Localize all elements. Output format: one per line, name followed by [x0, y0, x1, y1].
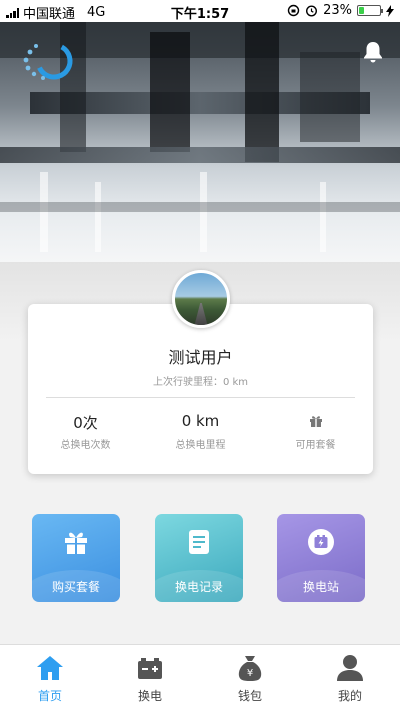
- tab-home[interactable]: 首页: [0, 645, 100, 710]
- stat-value: 0 km: [181, 412, 220, 430]
- orientation-lock-icon: [287, 4, 300, 17]
- charging-icon: [386, 4, 394, 17]
- username: 测试用户: [168, 348, 233, 367]
- tab-swap[interactable]: 换电: [100, 645, 200, 710]
- swap-station-button[interactable]: 换电站: [277, 514, 365, 602]
- stat-total-swaps[interactable]: 0次 总换电次数: [28, 412, 143, 451]
- tab-label: 换电: [137, 689, 162, 703]
- tile-label: 购买套餐: [51, 580, 100, 594]
- hero-banner: [0, 22, 400, 262]
- stat-total-mileage[interactable]: 0 km 总换电里程: [143, 412, 258, 451]
- ring-logo-icon[interactable]: [14, 38, 94, 84]
- stat-label: 总换电次数: [60, 440, 111, 451]
- battery-fill: [359, 7, 364, 14]
- status-right: 23%: [287, 3, 394, 18]
- stat-label: 可用套餐: [295, 440, 336, 451]
- document-icon: [189, 530, 209, 554]
- tab-label: 钱包: [237, 689, 262, 703]
- stat-available-packages[interactable]: 可用套餐: [258, 412, 373, 451]
- tab-me[interactable]: 我的: [300, 645, 400, 710]
- alarm-icon: [306, 5, 318, 17]
- user-icon: [337, 655, 363, 681]
- tab-label: 我的: [337, 689, 362, 703]
- swap-records-button[interactable]: 换电记录: [155, 514, 243, 602]
- tab-bar: 首页 换电 ¥ 钱包 我的: [0, 644, 400, 710]
- tile-label: 换电记录: [174, 580, 223, 594]
- tab-label: 首页: [37, 689, 62, 703]
- profile-card: 测试用户 上次行驶里程：0 km 0次 总换电次数 0 km 总换电里程 可用套…: [28, 304, 373, 474]
- home-icon: [37, 656, 63, 680]
- tile-label: 换电站: [302, 580, 339, 594]
- buy-package-button[interactable]: 购买套餐: [32, 514, 120, 602]
- battery-icon: [357, 5, 383, 16]
- gift-icon: [65, 532, 87, 554]
- last-mileage: 上次行驶里程：0 km: [152, 377, 249, 388]
- battery-percent: 23%: [323, 3, 352, 18]
- battery-icon: [138, 658, 162, 679]
- battery-station-icon: [308, 529, 334, 555]
- stat-value: [258, 412, 373, 432]
- stat-value: 0次: [73, 414, 98, 432]
- svg-text:¥: ¥: [247, 668, 253, 679]
- bell-icon[interactable]: [362, 40, 384, 64]
- avatar[interactable]: [172, 270, 230, 328]
- status-bar: 中国联通 4G 下午1:57 23%: [0, 0, 400, 22]
- divider: [46, 397, 355, 398]
- money-bag-icon: ¥: [238, 656, 262, 681]
- tab-wallet[interactable]: ¥ 钱包: [200, 645, 300, 710]
- stat-label: 总换电里程: [175, 440, 226, 451]
- gift-icon: [309, 416, 322, 427]
